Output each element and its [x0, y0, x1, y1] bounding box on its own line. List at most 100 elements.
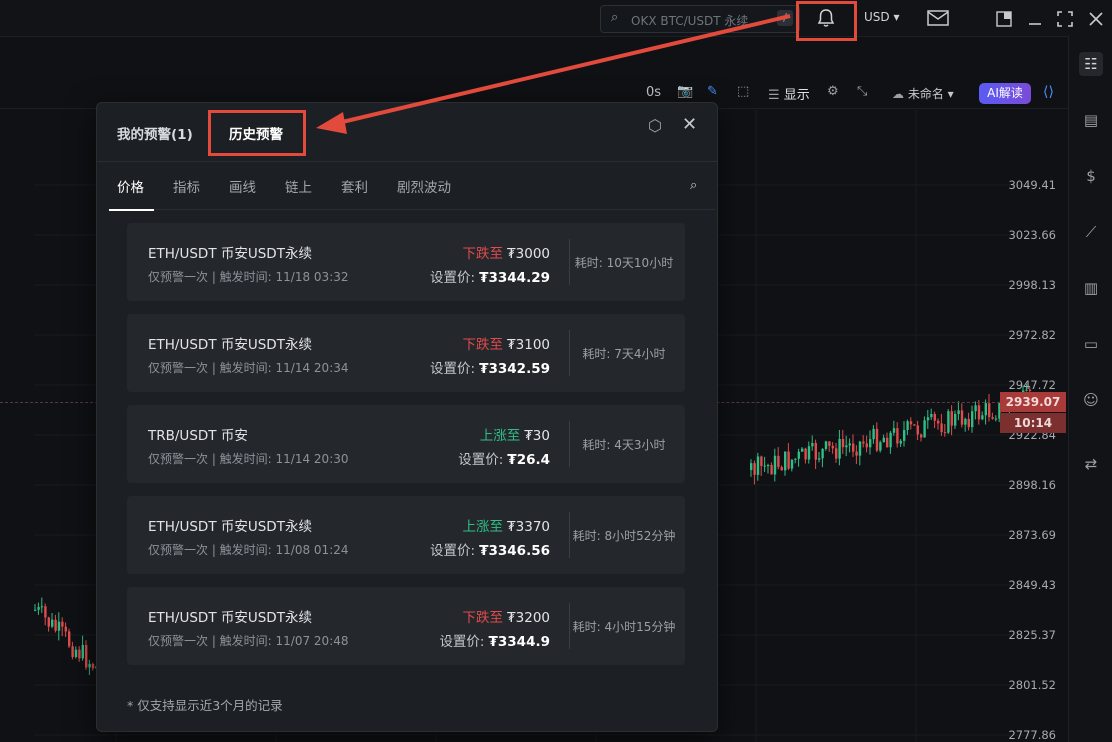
set-price-value: ₮3346.56: [479, 543, 550, 559]
alert-card[interactable]: ETH/USDT 币安USDT永续 仅预警一次 | 触发时间: 11/08 01…: [127, 496, 685, 574]
candle-body: [818, 458, 821, 460]
alert-direction: 上涨至: [462, 519, 504, 535]
card-divider: [569, 239, 570, 285]
candle-body: [71, 646, 74, 658]
search-shortcut-key: /: [777, 10, 793, 26]
candle-body: [801, 448, 804, 452]
currency-selector[interactable]: USD ▾: [864, 10, 900, 24]
candle-body: [773, 455, 777, 475]
list-icon: ☰: [768, 88, 780, 103]
watchlist-icon[interactable]: ☷: [1079, 52, 1103, 76]
subtab-arbitrage[interactable]: 套利: [341, 176, 368, 196]
candle-body: [923, 420, 926, 438]
candle-body: [865, 443, 868, 448]
collapse-icon[interactable]: ⤡: [857, 84, 867, 99]
alert-card[interactable]: TRB/USDT 币安 仅预警一次 | 触发时间: 11/14 20:30 上涨…: [127, 405, 685, 483]
candle-body: [835, 448, 838, 459]
bell-icon[interactable]: [815, 7, 837, 29]
candle-body: [879, 442, 882, 451]
candle-body: [787, 451, 790, 469]
candle-body: [892, 428, 896, 433]
candle-body: [971, 411, 974, 428]
candle-body: [797, 451, 800, 459]
candle-body: [930, 413, 933, 418]
alert-direction: 下跌至: [462, 337, 504, 353]
subtab-drawing[interactable]: 画线: [229, 176, 256, 196]
alert-elapsed: 耗时: 4小时15分钟: [572, 620, 676, 634]
candle-body: [943, 432, 947, 434]
alert-card[interactable]: ETH/USDT 币安USDT永续 仅预警一次 | 触发时间: 11/14 20…: [127, 314, 685, 392]
subtab-onchain[interactable]: 链上: [285, 176, 312, 196]
alert-direction: 上涨至: [479, 428, 521, 444]
etf-icon[interactable]: ▭: [1079, 332, 1103, 356]
candle-body: [926, 417, 930, 421]
candle-body: [933, 413, 936, 421]
ai-interpret-button[interactable]: AI解读: [979, 83, 1031, 104]
display-button[interactable]: ☰ 显示: [768, 84, 810, 103]
candle-body: [760, 456, 763, 467]
search-placeholder: OKX BTC/USDT 永续: [631, 14, 749, 28]
layout-icon[interactable]: [996, 11, 1012, 27]
candle-body: [920, 434, 923, 438]
close-icon[interactable]: ✕: [682, 114, 697, 135]
share-icon[interactable]: ⟨⟩: [1043, 84, 1054, 100]
alert-set-price: 设置价: ₮3342.59: [430, 357, 550, 377]
fullscreen-icon[interactable]: [1057, 11, 1074, 27]
candle-body: [68, 631, 71, 647]
alert-pair: ETH/USDT 币安USDT永续: [148, 519, 312, 535]
candle-body: [767, 465, 770, 467]
alert-pair: ETH/USDT 币安USDT永续: [148, 246, 312, 262]
candle-body: [91, 663, 95, 669]
candle-body: [814, 443, 817, 460]
candle-body: [811, 443, 814, 447]
dollar-doc-icon[interactable]: $: [1079, 164, 1103, 188]
alert-target: ₮30: [524, 428, 550, 444]
set-price-value: ₮3344.29: [479, 270, 550, 286]
symbol-search-input[interactable]: ⌕ OKX BTC/USDT 永续 /: [600, 5, 800, 33]
bar-chart-icon[interactable]: ▥: [1079, 276, 1103, 300]
candle-body: [903, 430, 906, 441]
layout-name-selector[interactable]: ☁ 未命名 ▾: [892, 85, 954, 102]
interval-label[interactable]: 0s: [646, 85, 661, 100]
pencil-icon[interactable]: ✎: [707, 84, 718, 99]
alert-card[interactable]: ETH/USDT 币安USDT永续 仅预警一次 | 触发时间: 11/18 03…: [127, 223, 685, 301]
candle-body: [994, 418, 998, 420]
document-icon[interactable]: ▤: [1079, 108, 1103, 132]
subtab-price[interactable]: 价格: [117, 176, 144, 196]
subtab-volatility[interactable]: 剧烈波动: [397, 176, 451, 196]
settings-icon[interactable]: ⬡: [648, 116, 662, 135]
card-divider: [569, 512, 570, 558]
card-divider: [569, 603, 570, 649]
candle-body: [889, 432, 892, 448]
alert-card[interactable]: ETH/USDT 币安USDT永续 仅预警一次 | 触发时间: 11/07 20…: [127, 587, 685, 665]
camera-icon[interactable]: 📷: [677, 84, 693, 99]
select-icon[interactable]: ⬚: [737, 84, 749, 99]
price-tick: 2873.69: [1008, 528, 1056, 542]
alert-pair: ETH/USDT 币安USDT永续: [148, 610, 312, 626]
close-window-icon[interactable]: [1088, 11, 1104, 27]
price-tick: 2947.72: [1008, 378, 1056, 392]
candle-body: [64, 626, 67, 632]
alert-direction: 下跌至: [462, 246, 504, 262]
trend-chart-icon[interactable]: ⟋: [1079, 220, 1103, 244]
tab-my-alerts[interactable]: 我的预警(1): [117, 123, 193, 143]
candle-body: [37, 607, 40, 610]
set-price-label: 设置价:: [458, 452, 504, 468]
settings-gear-icon[interactable]: ⚙: [827, 84, 839, 99]
subtab-indicator[interactable]: 指标: [173, 176, 200, 196]
minimize-icon[interactable]: [1027, 11, 1043, 27]
robot-icon[interactable]: ☺: [1079, 388, 1103, 412]
candle-body: [855, 451, 858, 456]
candle-body: [34, 609, 37, 611]
candle-body: [947, 411, 950, 433]
candle-body: [78, 649, 81, 659]
candle-body: [984, 403, 987, 416]
search-icon[interactable]: ⌕: [690, 178, 697, 193]
candle-body: [909, 421, 913, 425]
currency-label: USD: [864, 10, 890, 24]
candle-body: [858, 441, 862, 456]
search-icon: ⌕: [611, 10, 619, 25]
mail-icon[interactable]: [927, 9, 949, 27]
candle-body: [763, 465, 766, 467]
swap-icon[interactable]: ⇄: [1079, 452, 1103, 476]
